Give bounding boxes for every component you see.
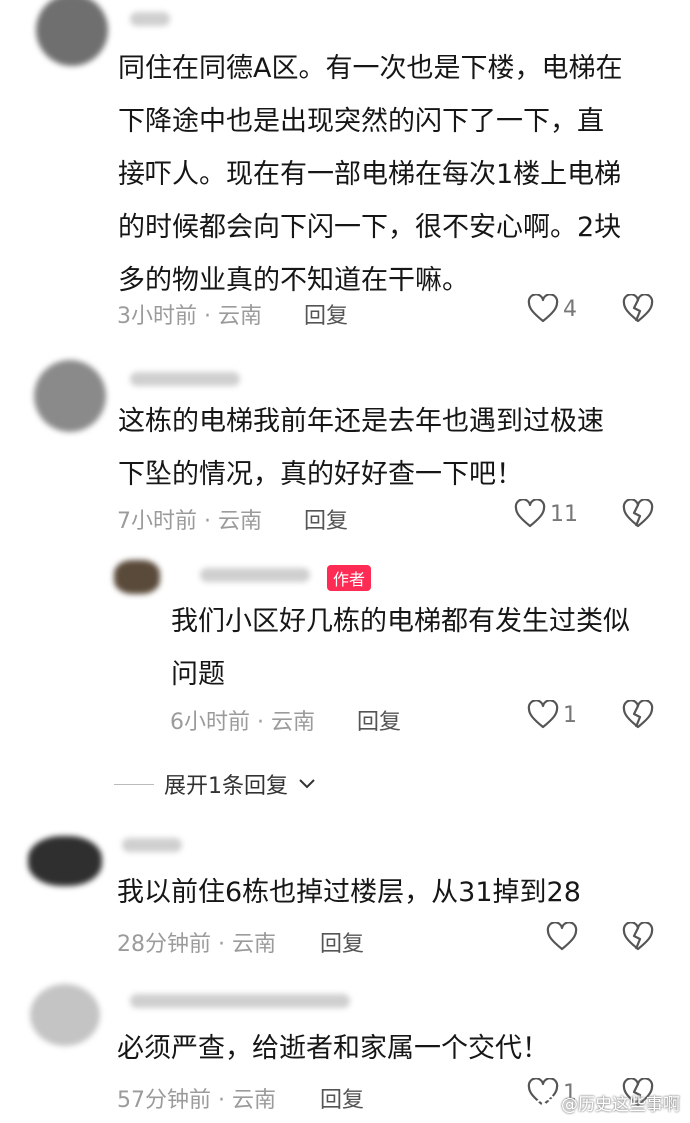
like-button[interactable]: 11 (514, 499, 578, 529)
comment-text: 我以前住6栋也掉过楼层，从31掉到28 (117, 877, 581, 908)
weibo-logo-icon (535, 1094, 556, 1112)
like-button[interactable]: 1 (527, 700, 577, 730)
heart-icon (514, 499, 546, 528)
broken-heart-icon (622, 293, 654, 323)
comment-time-location: 6小时前 · 云南 (170, 710, 315, 735)
heart-icon (527, 294, 559, 323)
comment-time-location: 3小时前 · 云南 (117, 304, 262, 329)
avatar[interactable] (28, 836, 102, 886)
expand-replies-button[interactable]: 展开1条回复 (114, 768, 316, 800)
heart-icon (546, 922, 578, 951)
comment-text: 我们小区好几栋的电梯都有发生过类似 问题 (171, 606, 630, 690)
like-button[interactable] (546, 922, 582, 952)
username[interactable] (200, 568, 310, 582)
like-count: 4 (563, 296, 577, 322)
watermark-text: @历史这些事啊 (561, 1095, 680, 1115)
broken-heart-icon (622, 498, 654, 528)
avatar[interactable] (36, 0, 108, 66)
username[interactable] (130, 372, 240, 386)
expand-replies-label: 展开1条回复 (164, 774, 288, 799)
reply-button[interactable]: 回复 (304, 503, 348, 535)
username[interactable] (130, 12, 170, 26)
avatar[interactable] (34, 360, 106, 432)
watermark: @历史这些事啊 (535, 1090, 680, 1115)
dislike-button[interactable] (622, 699, 654, 734)
comment-time-location: 7小时前 · 云南 (117, 509, 262, 534)
comment-text: 同住在同德A区。有一次也是下楼，电梯在 下降途中也是出现突然的闪下了一下，直 接… (118, 53, 623, 296)
dislike-button[interactable] (622, 921, 654, 956)
like-button[interactable]: 4 (527, 294, 577, 324)
reply-button[interactable]: 回复 (320, 926, 364, 958)
chevron-down-icon (299, 779, 315, 789)
heart-icon (527, 700, 559, 729)
like-count: 1 (563, 702, 577, 728)
comment-text: 这栋的电梯我前年还是去年也遇到过极速 下坠的情况，真的好好查一下吧！ (118, 406, 604, 490)
reply-button[interactable]: 回复 (304, 298, 348, 330)
reply-button[interactable]: 回复 (357, 704, 401, 736)
divider-line (114, 783, 154, 785)
avatar[interactable] (30, 984, 100, 1046)
broken-heart-icon (622, 699, 654, 729)
comment-text: 必须严查，给逝者和家属一个交代！ (117, 1033, 549, 1064)
avatar[interactable] (114, 560, 160, 594)
author-badge: 作者 (327, 565, 372, 591)
username[interactable] (122, 838, 182, 852)
comment-time-location: 28分钟前 · 云南 (117, 932, 276, 957)
broken-heart-icon (622, 921, 654, 951)
comment-time-location: 57分钟前 · 云南 (117, 1088, 276, 1113)
dislike-button[interactable] (622, 293, 654, 328)
username[interactable] (130, 994, 350, 1008)
dislike-button[interactable] (622, 498, 654, 533)
like-count: 11 (550, 501, 578, 527)
reply-button[interactable]: 回复 (320, 1082, 364, 1114)
